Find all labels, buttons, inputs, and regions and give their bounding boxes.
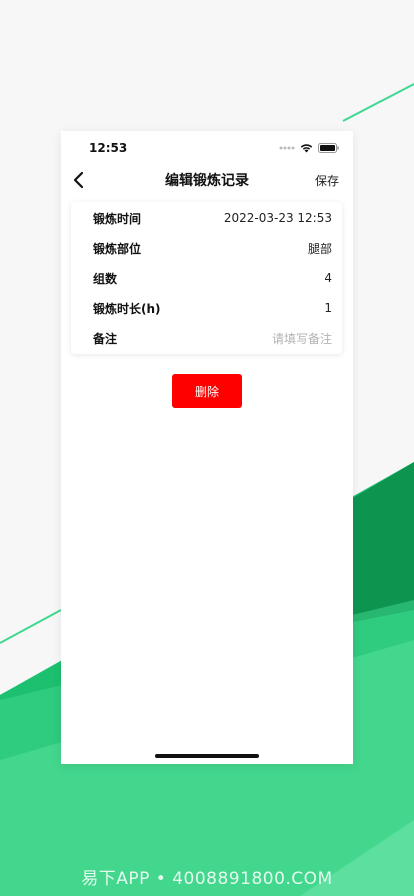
- form-label: 组数: [93, 271, 118, 286]
- home-indicator: [155, 754, 259, 758]
- page-title: 编辑锻炼记录: [165, 173, 249, 189]
- wifi-icon: [300, 144, 313, 153]
- form-value: 4: [324, 271, 332, 285]
- form-label: 备注: [93, 331, 118, 346]
- status-time: 12:53: [89, 141, 128, 155]
- delete-button[interactable]: 删除: [172, 374, 242, 408]
- nav-bar: 编辑锻炼记录 保存: [61, 165, 353, 195]
- form-row-notes[interactable]: 备注 请填写备注: [93, 328, 332, 348]
- form-value: 腿部: [307, 241, 332, 256]
- signal-dots-icon: [279, 146, 295, 150]
- form-row-sets[interactable]: 组数 4: [93, 268, 332, 288]
- form-label: 锻炼部位: [93, 241, 142, 256]
- status-icons: [279, 141, 339, 155]
- form-label: 锻炼时间: [93, 211, 142, 226]
- form-row-body-part[interactable]: 锻炼部位 腿部: [93, 238, 332, 258]
- form-row-duration[interactable]: 锻炼时长(h) 1: [93, 298, 332, 318]
- phone-screen: 12:53 编辑锻炼记录 保存 锻炼时间 2022-03-23 12:53 锻炼…: [61, 131, 353, 764]
- watermark-text: 易下APP • 4008891800.COM: [81, 869, 333, 889]
- form-value: 2022-03-23 12:53: [223, 211, 332, 225]
- save-button[interactable]: 保存: [315, 172, 339, 189]
- form-card: 锻炼时间 2022-03-23 12:53 锻炼部位 腿部 组数 4 锻炼时长(…: [71, 202, 342, 354]
- status-bar: 12:53: [61, 131, 353, 165]
- notes-input[interactable]: 请填写备注: [272, 330, 332, 347]
- battery-icon: [318, 143, 339, 153]
- form-label: 锻炼时长(h): [93, 301, 161, 316]
- form-value: 1: [324, 301, 332, 315]
- form-row-time[interactable]: 锻炼时间 2022-03-23 12:53: [93, 208, 332, 228]
